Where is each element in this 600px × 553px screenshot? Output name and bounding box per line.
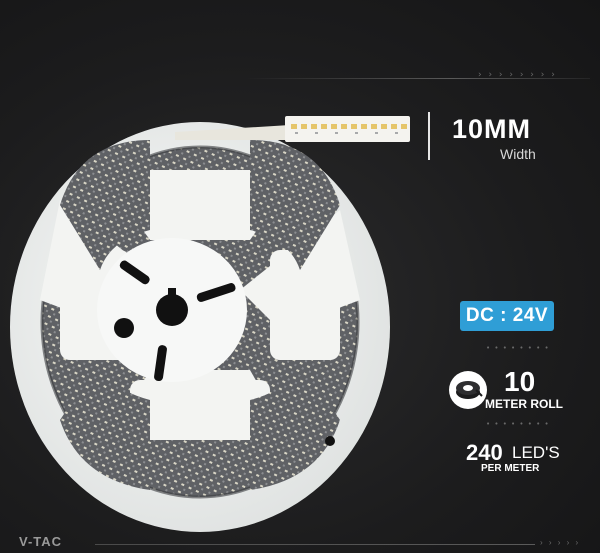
led-strip-sample xyxy=(285,116,410,142)
roll-length-value: 10 xyxy=(504,366,536,397)
width-value: 10MM xyxy=(452,114,532,144)
separator-dots: • • • • • • • • xyxy=(486,420,550,428)
led-count-unit: LED'S xyxy=(512,443,560,462)
bottom-chevrons: › › › › › xyxy=(540,538,581,547)
voltage-badge: DC : 24V xyxy=(460,301,554,331)
bottom-decor-line xyxy=(95,544,535,545)
reel-hole xyxy=(114,318,134,338)
brand-logo: V-TAC xyxy=(19,534,63,549)
width-divider xyxy=(428,112,430,160)
roll-length-label: METER ROLL xyxy=(485,397,563,411)
width-label: Width xyxy=(500,146,536,162)
separator-dots: • • • • • • • • xyxy=(486,344,550,352)
led-count-label: PER METER xyxy=(481,463,540,474)
led-roll-icon xyxy=(448,370,488,410)
